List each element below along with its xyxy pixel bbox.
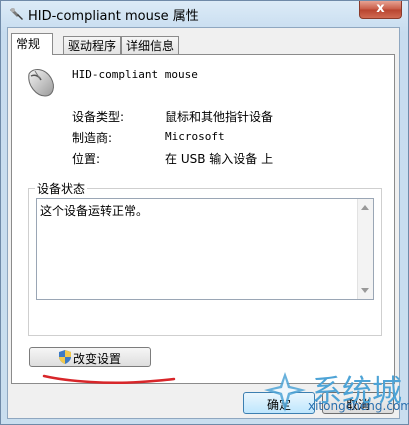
manufacturer-value: Microsoft (165, 130, 225, 143)
close-button[interactable]: x (359, 1, 402, 19)
status-scrollbar[interactable] (357, 199, 373, 299)
tab-details[interactable]: 详细信息 (121, 36, 179, 54)
watermark: 系统城 xitongcheng.com (258, 368, 409, 425)
device-manager-icon (10, 8, 23, 20)
red-annotation-underline (42, 374, 176, 384)
tab-driver[interactable]: 驱动程序 (63, 36, 121, 54)
scroll-up-arrow-icon[interactable] (361, 205, 369, 210)
window-title: HID-compliant mouse 属性 (28, 9, 199, 24)
device-type-label: 设备类型: (72, 110, 125, 124)
device-status-title: 设备状态 (35, 180, 88, 197)
mouse-icon (28, 69, 54, 97)
scroll-down-arrow-icon[interactable] (361, 288, 369, 293)
device-status-text: 这个设备运转正常。 (40, 204, 149, 218)
watermark-logo-icon (264, 372, 306, 412)
device-type-value: 鼠标和其他指针设备 (165, 110, 274, 124)
uac-shield-icon (59, 350, 71, 364)
location-value: 在 USB 输入设备 上 (165, 152, 274, 166)
title-bar: HID-compliant mouse 属性 (1, 1, 408, 27)
change-settings-label: 改变设置 (73, 352, 122, 366)
manufacturer-label: 制造商: (72, 131, 113, 145)
change-settings-button[interactable]: 改变设置 (29, 347, 151, 367)
tab-general[interactable]: 常规 (11, 33, 53, 55)
watermark-url: xitongcheng.com (308, 399, 409, 413)
location-label: 位置: (72, 152, 101, 166)
device-status-textbox[interactable]: 这个设备运转正常。 (36, 198, 374, 300)
close-icon: x (376, 1, 385, 16)
device-name: HID-compliant mouse (72, 68, 198, 81)
